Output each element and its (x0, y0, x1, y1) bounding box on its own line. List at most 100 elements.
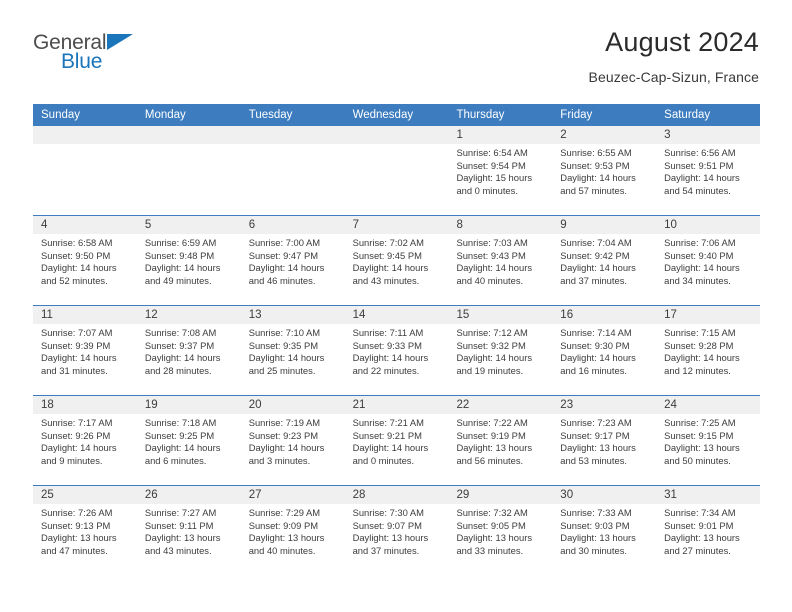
daylight-text-line1: Daylight: 14 hours (560, 262, 636, 274)
day-cell-12[interactable]: 12 Sunrise: 7:08 AM Sunset: 9:37 PM Dayligh… (136, 306, 241, 395)
day-cell-17[interactable]: 17 Sunrise: 7:15 AM Sunset: 9:28 PM Dayligh… (656, 306, 761, 395)
sunrise-text: Sunrise: 6:58 AM (41, 237, 113, 248)
day-cell-5[interactable]: 5 Sunrise: 6:59 AM Sunset: 9:48 PM Daylight… (136, 216, 241, 305)
day-cell-21[interactable]: 21 Sunrise: 7:21 AM Sunset: 9:21 PM Dayligh… (344, 396, 449, 485)
day-cell-2[interactable]: 2 Sunrise: 6:55 AM Sunset: 9:53 PM Daylight… (552, 126, 657, 215)
day-cell-10[interactable]: 10 Sunrise: 7:06 AM Sunset: 9:40 PM Dayligh… (656, 216, 761, 305)
sunset-text: Sunset: 9:15 PM (664, 429, 734, 441)
sunset-text: Sunset: 9:23 PM (248, 429, 319, 441)
day-cell-3[interactable]: 3 Sunrise: 6:56 AM Sunset: 9:51 PM Daylight… (656, 126, 761, 215)
sunset-text: Sunset: 9:53 PM (560, 159, 630, 171)
day-sun-info: Sunrise: 7:21 AM Sunset: 9:21 PM Daylight:… (345, 414, 449, 467)
sunrise-text: Sunrise: 6:59 AM (144, 237, 217, 248)
day-cell-15[interactable]: 15 Sunrise: 7:12 AM Sunset: 9:32 PM Dayligh… (448, 306, 553, 395)
daylight-text-line1: Daylight: 14 hours (664, 172, 740, 184)
sunrise-text: Sunrise: 7:06 AM (664, 237, 736, 248)
day-cell-23[interactable]: 23 Sunrise: 7:23 AM Sunset: 9:17 PM Dayligh… (552, 396, 657, 485)
day-sun-info: Sunrise: 6:59 AM Sunset: 9:48 PM Daylight:… (137, 234, 241, 287)
sunrise-text: Sunrise: 7:26 AM (41, 507, 113, 518)
daylight-text-line2: and 37 minutes. (560, 274, 628, 286)
sunrise-text: Sunrise: 7:02 AM (352, 237, 424, 248)
daylight-text-line2: and 54 minutes. (664, 184, 731, 196)
daylight-text-line2: and 56 minutes. (456, 454, 524, 466)
daylight-text-line2: and 50 minutes. (664, 454, 731, 466)
sunset-text: Sunset: 9:51 PM (664, 159, 734, 171)
day-cell-27[interactable]: 27 Sunrise: 7:29 AM Sunset: 9:09 PM Dayligh… (240, 486, 345, 575)
daylight-text-line2: and 47 minutes. (41, 544, 108, 556)
day-cell-26[interactable]: 26 Sunrise: 7:27 AM Sunset: 9:11 PM Dayligh… (136, 486, 241, 575)
day-number: 29 (448, 486, 553, 504)
sunset-text: Sunset: 9:01 PM (664, 519, 734, 531)
day-cell-1[interactable]: 1 Sunrise: 6:54 AM Sunset: 9:54 PM Daylight… (448, 126, 553, 215)
day-cell-7[interactable]: 7 Sunrise: 7:02 AM Sunset: 9:45 PM Daylight… (344, 216, 449, 305)
sunrise-text: Sunrise: 7:08 AM (144, 327, 217, 338)
day-sun-info: Sunrise: 7:23 AM Sunset: 9:17 PM Daylight:… (552, 414, 656, 467)
daylight-text-line1: Daylight: 14 hours (352, 262, 429, 274)
sunset-text: Sunset: 9:45 PM (352, 249, 422, 261)
day-cell-22[interactable]: 22 Sunrise: 7:22 AM Sunset: 9:19 PM Dayligh… (448, 396, 553, 485)
week-row: 18 Sunrise: 7:17 AM Sunset: 9:26 PM Dayligh… (33, 396, 761, 486)
day-cell-30[interactable]: 30 Sunrise: 7:33 AM Sunset: 9:03 PM Dayligh… (552, 486, 657, 575)
sunset-text: Sunset: 9:35 PM (248, 339, 319, 351)
daylight-text-line2: and 43 minutes. (144, 544, 212, 556)
sunrise-text: Sunrise: 7:12 AM (456, 327, 528, 338)
day-sun-info: Sunrise: 7:19 AM Sunset: 9:23 PM Daylight:… (241, 414, 345, 467)
daylight-text-line2: and 12 minutes. (664, 364, 731, 376)
daylight-text-line1: Daylight: 14 hours (352, 352, 429, 364)
day-cell-11[interactable]: 11 Sunrise: 7:07 AM Sunset: 9:39 PM Dayligh… (33, 306, 137, 395)
daylight-text-line1: Daylight: 14 hours (41, 442, 117, 454)
logo-text-blue: Blue (61, 50, 103, 73)
daylight-text-line1: Daylight: 15 hours (456, 172, 533, 184)
sunrise-text: Sunrise: 7:22 AM (456, 417, 528, 428)
weekday-header-monday: Monday (144, 109, 186, 121)
day-cell-20[interactable]: 20 Sunrise: 7:19 AM Sunset: 9:23 PM Dayligh… (240, 396, 345, 485)
day-sun-info: Sunrise: 7:29 AM Sunset: 9:09 PM Daylight:… (241, 504, 345, 557)
day-cell-19[interactable]: 19 Sunrise: 7:18 AM Sunset: 9:25 PM Dayligh… (136, 396, 241, 485)
day-cell-16[interactable]: 16 Sunrise: 7:14 AM Sunset: 9:30 PM Dayligh… (552, 306, 657, 395)
day-cell-4[interactable]: 4 Sunrise: 6:58 AM Sunset: 9:50 PM Daylight… (33, 216, 137, 305)
day-sun-info: Sunrise: 7:07 AM Sunset: 9:39 PM Daylight:… (33, 324, 137, 377)
day-cell-25[interactable]: 25 Sunrise: 7:26 AM Sunset: 9:13 PM Dayligh… (33, 486, 137, 575)
day-sun-info: Sunrise: 7:10 AM Sunset: 9:35 PM Daylight:… (241, 324, 345, 377)
day-sun-info: Sunrise: 7:06 AM Sunset: 9:40 PM Daylight:… (656, 234, 760, 287)
day-cell-31[interactable]: 31 Sunrise: 7:34 AM Sunset: 9:01 PM Dayligh… (656, 486, 761, 575)
day-cell-24[interactable]: 24 Sunrise: 7:25 AM Sunset: 9:15 PM Dayligh… (656, 396, 761, 485)
general-blue-logo[interactable]: General Blue (33, 28, 143, 72)
day-sun-info: Sunrise: 7:04 AM Sunset: 9:42 PM Daylight:… (552, 234, 656, 287)
sunset-text: Sunset: 9:26 PM (41, 429, 111, 441)
day-sun-info: Sunrise: 7:12 AM Sunset: 9:32 PM Daylight:… (448, 324, 552, 377)
daylight-text-line2: and 28 minutes. (144, 364, 212, 376)
daylight-text-line1: Daylight: 14 hours (144, 262, 221, 274)
weekday-header-wednesday: Wednesday (352, 109, 414, 121)
day-number (136, 126, 241, 144)
weekday-header-sunday: Sunday (41, 109, 81, 121)
sunset-text: Sunset: 9:43 PM (456, 249, 526, 261)
day-number: 26 (136, 486, 241, 504)
sunrise-text: Sunrise: 7:07 AM (41, 327, 113, 338)
daylight-text-line1: Daylight: 13 hours (41, 532, 117, 544)
day-sun-info: Sunrise: 7:22 AM Sunset: 9:19 PM Daylight:… (448, 414, 552, 467)
day-cell-9[interactable]: 9 Sunrise: 7:04 AM Sunset: 9:42 PM Daylight… (552, 216, 657, 305)
daylight-text-line1: Daylight: 14 hours (456, 352, 533, 364)
day-cell-14[interactable]: 14 Sunrise: 7:11 AM Sunset: 9:33 PM Dayligh… (344, 306, 449, 395)
calendar-page: General Blue August 2024 Beuzec-Cap-Sizu… (0, 0, 792, 612)
sunrise-text: Sunrise: 7:15 AM (664, 327, 736, 338)
day-cell-6[interactable]: 6 Sunrise: 7:00 AM Sunset: 9:47 PM Daylight… (240, 216, 345, 305)
day-sun-info: Sunrise: 7:08 AM Sunset: 9:37 PM Daylight:… (137, 324, 241, 377)
day-sun-info: Sunrise: 7:25 AM Sunset: 9:15 PM Daylight:… (656, 414, 760, 467)
daylight-text-line1: Daylight: 14 hours (248, 262, 325, 274)
daylight-text-line2: and 33 minutes. (456, 544, 524, 556)
day-cell-8[interactable]: 8 Sunrise: 7:03 AM Sunset: 9:43 PM Daylight… (448, 216, 553, 305)
sunrise-text: Sunrise: 7:19 AM (248, 417, 321, 428)
day-sun-info: Sunrise: 7:26 AM Sunset: 9:13 PM Daylight:… (33, 504, 137, 557)
day-cell-empty (240, 126, 345, 215)
daylight-text-line2: and 46 minutes. (248, 274, 316, 286)
day-cell-13[interactable]: 13 Sunrise: 7:10 AM Sunset: 9:35 PM Dayligh… (240, 306, 345, 395)
sunset-text: Sunset: 9:48 PM (144, 249, 215, 261)
day-cell-18[interactable]: 18 Sunrise: 7:17 AM Sunset: 9:26 PM Dayligh… (33, 396, 137, 485)
sunset-text: Sunset: 9:07 PM (352, 519, 422, 531)
day-sun-info: Sunrise: 7:17 AM Sunset: 9:26 PM Daylight:… (33, 414, 137, 467)
day-cell-29[interactable]: 29 Sunrise: 7:32 AM Sunset: 9:05 PM Dayligh… (448, 486, 553, 575)
day-cell-28[interactable]: 28 Sunrise: 7:30 AM Sunset: 9:07 PM Dayligh… (344, 486, 449, 575)
page-header: General Blue August 2024 Beuzec-Cap-Sizu… (0, 0, 792, 84)
